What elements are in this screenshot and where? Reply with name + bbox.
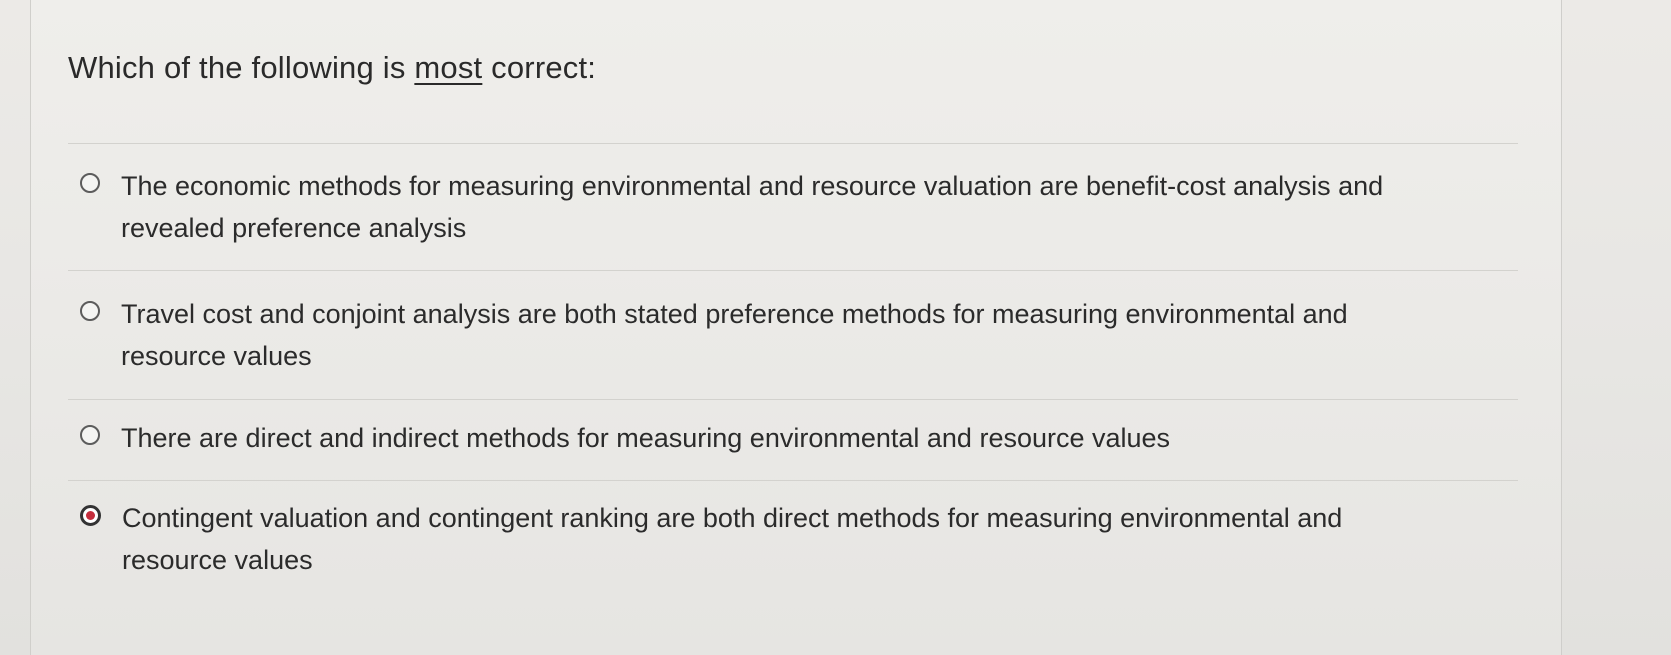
radio-button-option-3[interactable] <box>80 425 100 445</box>
answer-option-3[interactable]: There are direct and indirect methods fo… <box>80 417 1500 459</box>
radio-button-option-2[interactable] <box>80 301 100 321</box>
divider <box>68 143 1518 144</box>
divider <box>68 480 1518 481</box>
answer-option-4[interactable]: Contingent valuation and contingent rank… <box>80 497 1500 581</box>
answer-option-2[interactable]: Travel cost and conjoint analysis are bo… <box>80 293 1500 377</box>
answer-label-option-4: Contingent valuation and contingent rank… <box>122 503 1343 575</box>
quiz-page: Which of the following is most correct: … <box>0 0 1671 655</box>
question-text: Which of the following is most correct: <box>68 50 596 86</box>
question-emphasis: most <box>414 50 483 85</box>
answer-label-option-1: The economic methods for measuring envir… <box>121 171 1384 243</box>
radio-button-option-4-selected[interactable] <box>80 505 101 526</box>
question-prefix: Which of the following is <box>68 50 415 85</box>
divider <box>68 270 1518 271</box>
divider <box>68 399 1518 400</box>
answer-label-option-2: Travel cost and conjoint analysis are bo… <box>121 299 1348 371</box>
question-suffix: correct: <box>482 50 597 85</box>
radio-button-option-1[interactable] <box>80 173 100 193</box>
answer-option-1[interactable]: The economic methods for measuring envir… <box>80 165 1500 249</box>
answer-label-option-3: There are direct and indirect methods fo… <box>121 423 1171 453</box>
